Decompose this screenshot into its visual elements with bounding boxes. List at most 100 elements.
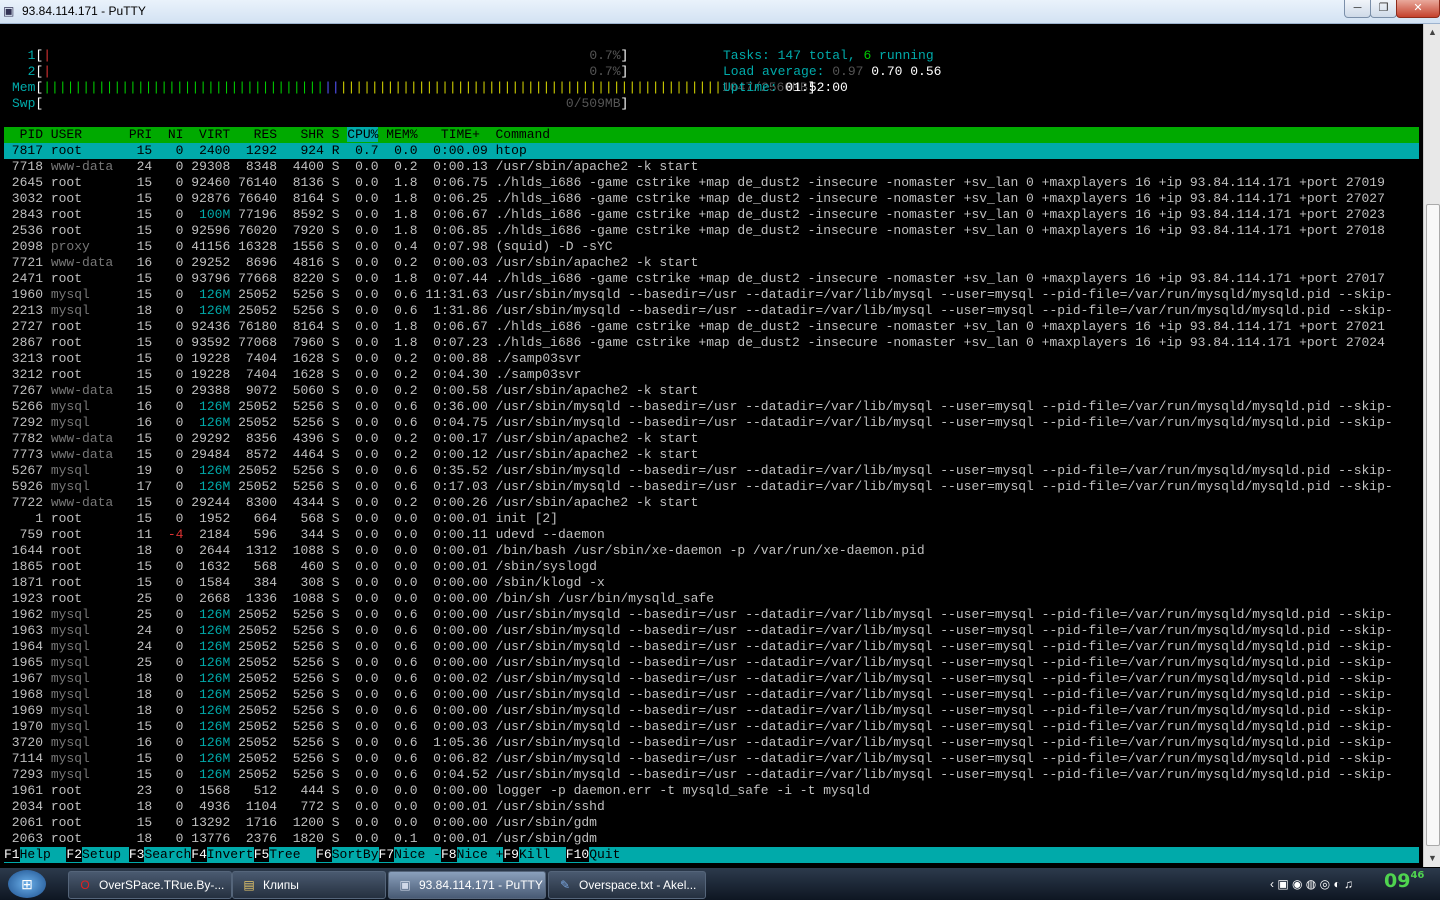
process-row[interactable]: 2536 root 15 0 92596 76020 7920 S 0.0 1.…	[4, 223, 1419, 239]
process-row[interactable]: 7722 www-data 15 0 29244 8300 4344 S 0.0…	[4, 495, 1419, 511]
pid: 2867	[4, 335, 51, 350]
fkey-nice-button[interactable]: F8Nice +	[440, 847, 504, 862]
process-row[interactable]: 2727 root 15 0 92436 76180 8164 S 0.0 1.…	[4, 319, 1419, 335]
mem: 0.6	[386, 479, 426, 494]
command: /usr/sbin/mysqld --basedir=/usr --datadi…	[495, 735, 1393, 750]
virt: 92596	[191, 223, 239, 238]
process-row[interactable]: 1923 root 25 0 2668 1336 1088 S 0.0 0.0 …	[4, 591, 1419, 607]
process-row[interactable]: 1961 root 23 0 1568 512 444 S 0.0 0.0 0:…	[4, 783, 1419, 799]
meter-space	[51, 64, 589, 79]
time: 0:06.82	[425, 751, 496, 766]
fkey-helpbutton[interactable]: F1Help	[4, 847, 67, 862]
putty-icon[interactable]: ▣	[3, 4, 19, 19]
process-row[interactable]: 2471 root 15 0 93796 77668 8220 S 0.0 1.…	[4, 271, 1419, 287]
start-button[interactable]: ⊞	[8, 870, 46, 898]
process-row[interactable]: 2843 root 15 0 100M 77196 8592 S 0.0 1.8…	[4, 207, 1419, 223]
nice: 0	[160, 143, 192, 158]
process-row[interactable]: 7293 mysql 15 0 126M 25052 5256 S 0.0 0.…	[4, 767, 1419, 783]
command: /sbin/syslogd	[495, 559, 597, 574]
scrollbar-thumb[interactable]	[1426, 204, 1440, 846]
user: root	[50, 175, 129, 190]
process-row[interactable]: 1962 mysql 25 0 126M 25052 5256 S 0.0 0.…	[4, 607, 1419, 623]
process-row[interactable]: 1 root 15 0 1952 664 568 S 0.0 0.0 0:00.…	[4, 511, 1419, 527]
fkey-killbutton[interactable]: F9Kill	[503, 847, 566, 862]
meter-swp: Swp[ 0/509MB]	[12, 96, 628, 112]
process-row[interactable]: 2213 mysql 18 0 126M 25052 5256 S 0.0 0.…	[4, 303, 1419, 319]
state: S	[331, 415, 348, 430]
process-row[interactable]: 1965 mysql 25 0 126M 25052 5256 S 0.0 0.…	[4, 655, 1419, 671]
terminal-scrollbar[interactable]: ▲ ▼	[1423, 24, 1440, 867]
process-row[interactable]: 1871 root 15 0 1584 384 308 S 0.0 0.0 0:…	[4, 575, 1419, 591]
process-table-header[interactable]: PID USER PRI NI VIRT RES SHR S CPU% MEM%…	[4, 127, 1419, 143]
process-row[interactable]: 1968 mysql 18 0 126M 25052 5256 S 0.0 0.…	[4, 687, 1419, 703]
process-row[interactable]: 2034 root 18 0 4936 1104 772 S 0.0 0.0 0…	[4, 799, 1419, 815]
process-row[interactable]: 1644 root 18 0 2644 1312 1088 S 0.0 0.0 …	[4, 543, 1419, 559]
cpu: 0.0	[347, 703, 387, 718]
process-row[interactable]: 2867 root 15 0 93592 77068 7960 S 0.0 1.…	[4, 335, 1419, 351]
res: 568	[238, 559, 285, 574]
process-row[interactable]: 7718 www-data 24 0 29308 8348 4400 S 0.0…	[4, 159, 1419, 175]
priority: 15	[128, 143, 161, 158]
fkey-treebutton[interactable]: F5Tree	[253, 847, 317, 862]
process-row[interactable]: 3720 mysql 16 0 126M 25052 5256 S 0.0 0.…	[4, 735, 1419, 751]
process-row[interactable]: 1970 mysql 15 0 126M 25052 5256 S 0.0 0.…	[4, 719, 1419, 735]
process-row[interactable]: 2098 proxy 15 0 41156 16328 1556 S 0.0 0…	[4, 239, 1419, 255]
taskbar-item[interactable]: O OverSPace.TRue.By-...	[68, 871, 232, 899]
process-row[interactable]: 7292 mysql 16 0 126M 25052 5256 S 0.0 0.…	[4, 415, 1419, 431]
terminal[interactable]: 1[| 0.7%] 2[| 0.7%] Mem[|||||||||||||||||…	[0, 24, 1423, 867]
title-bar[interactable]: ▣ 93.84.114.171 - PuTTY ─ ❐ ✕	[0, 0, 1440, 24]
fkey-sortbybutton[interactable]: F6SortBy	[316, 847, 379, 862]
process-row[interactable]: 1960 mysql 15 0 126M 25052 5256 S 0.0 0.…	[4, 287, 1419, 303]
process-row[interactable]: 5926 mysql 17 0 126M 25052 5256 S 0.0 0.…	[4, 479, 1419, 495]
taskbar-item-label: Overspace.txt - Akel...	[579, 878, 697, 892]
process-row[interactable]: 759 root 11 -4 2184 596 344 S 0.0 0.0 0:…	[4, 527, 1419, 543]
process-row[interactable]: 5267 mysql 19 0 126M 25052 5256 S 0.0 0.…	[4, 463, 1419, 479]
maximize-button[interactable]: ❐	[1370, 0, 1397, 18]
system-tray[interactable]: ‹ ▣ ◉ ◍ ◎ ◐ ♫	[1270, 872, 1353, 896]
process-row[interactable]: 1969 mysql 18 0 126M 25052 5256 S 0.0 0.…	[4, 703, 1419, 719]
user: root	[50, 799, 129, 814]
shr: 5256	[284, 655, 332, 670]
scroll-down-arrow-icon[interactable]: ▼	[1424, 850, 1440, 867]
process-row[interactable]: 3212 root 15 0 19228 7404 1628 S 0.0 0.2…	[4, 367, 1419, 383]
process-row[interactable]: 7267 www-data 15 0 29388 9072 5060 S 0.0…	[4, 383, 1419, 399]
user: www-data	[50, 431, 129, 446]
process-row[interactable]: 7817 root 15 0 2400 1292 924 R 0.7 0.0 0…	[4, 143, 1419, 159]
taskbar-item[interactable]: ▣ 93.84.114.171 - PuTTY	[388, 871, 546, 899]
nice: 0	[160, 319, 192, 334]
res: 8348	[238, 159, 285, 174]
process-row[interactable]: 3032 root 15 0 92876 76640 8164 S 0.0 1.…	[4, 191, 1419, 207]
fkey-nice-button[interactable]: F7Nice -	[378, 847, 441, 862]
scroll-up-arrow-icon[interactable]: ▲	[1424, 24, 1440, 41]
fkey-setupbutton[interactable]: F2Setup	[66, 847, 129, 862]
process-row[interactable]: 1963 mysql 24 0 126M 25052 5256 S 0.0 0.…	[4, 623, 1419, 639]
meter-label: 1	[12, 48, 36, 63]
fkey-invertbutton[interactable]: F4Invert	[191, 847, 254, 862]
process-row[interactable]: 7114 mysql 15 0 126M 25052 5256 S 0.0 0.…	[4, 751, 1419, 767]
state: S	[331, 447, 348, 462]
process-row[interactable]: 5266 mysql 16 0 126M 25052 5256 S 0.0 0.…	[4, 399, 1419, 415]
taskbar-item[interactable]: ✎ Overspace.txt - Akel...	[548, 871, 706, 899]
process-row[interactable]: 1964 mysql 24 0 126M 25052 5256 S 0.0 0.…	[4, 639, 1419, 655]
fkey-searchbutton[interactable]: F3Search	[128, 847, 192, 862]
process-row[interactable]: 3213 root 15 0 19228 7404 1628 S 0.0 0.2…	[4, 351, 1419, 367]
state: S	[331, 751, 348, 766]
process-row[interactable]: 7773 www-data 15 0 29484 8572 4464 S 0.0…	[4, 447, 1419, 463]
minimize-button[interactable]: ─	[1344, 0, 1371, 18]
process-row[interactable]: 1967 mysql 18 0 126M 25052 5256 S 0.0 0.…	[4, 671, 1419, 687]
fkey-quitbutton[interactable]: F10Quit	[565, 847, 621, 862]
process-row[interactable]: 2645 root 15 0 92460 76140 8136 S 0.0 1.…	[4, 175, 1419, 191]
process-row[interactable]: 2061 root 15 0 13292 1716 1200 S 0.0 0.0…	[4, 815, 1419, 831]
taskbar-item[interactable]: ▤ Клипы	[232, 871, 386, 899]
close-button[interactable]: ✕	[1396, 0, 1440, 18]
user: mysql	[50, 303, 129, 318]
clock[interactable]: 0946	[1384, 870, 1424, 892]
process-row[interactable]: 1865 root 15 0 1632 568 460 S 0.0 0.0 0:…	[4, 559, 1419, 575]
process-row[interactable]: 2063 root 18 0 13776 2376 1820 S 0.0 0.1…	[4, 831, 1419, 847]
fkey-label: Invert	[206, 847, 254, 862]
user: mysql	[50, 607, 129, 622]
mem: 0.0	[386, 815, 426, 830]
process-row[interactable]: 7721 www-data 16 0 29252 8696 4816 S 0.0…	[4, 255, 1419, 271]
time: 0:06.67	[425, 319, 496, 334]
process-row[interactable]: 7782 www-data 15 0 29292 8356 4396 S 0.0…	[4, 431, 1419, 447]
